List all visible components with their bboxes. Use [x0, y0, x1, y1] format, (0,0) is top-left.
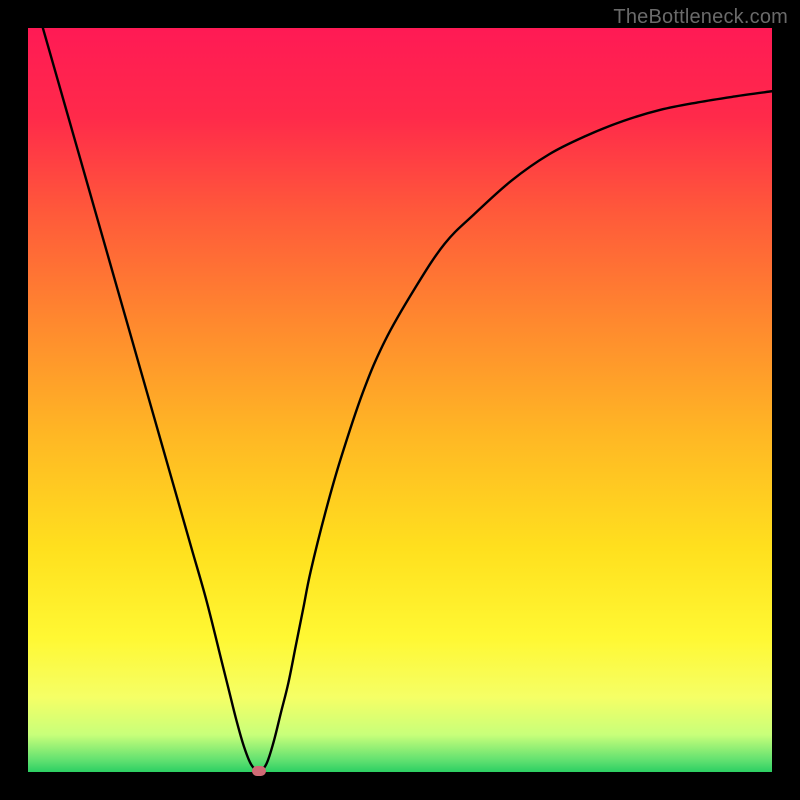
optimum-marker: [252, 766, 266, 776]
bottleneck-chart: [28, 28, 772, 772]
gradient-background: [28, 28, 772, 772]
watermark-text: TheBottleneck.com: [613, 6, 788, 29]
chart-frame: [28, 28, 772, 772]
